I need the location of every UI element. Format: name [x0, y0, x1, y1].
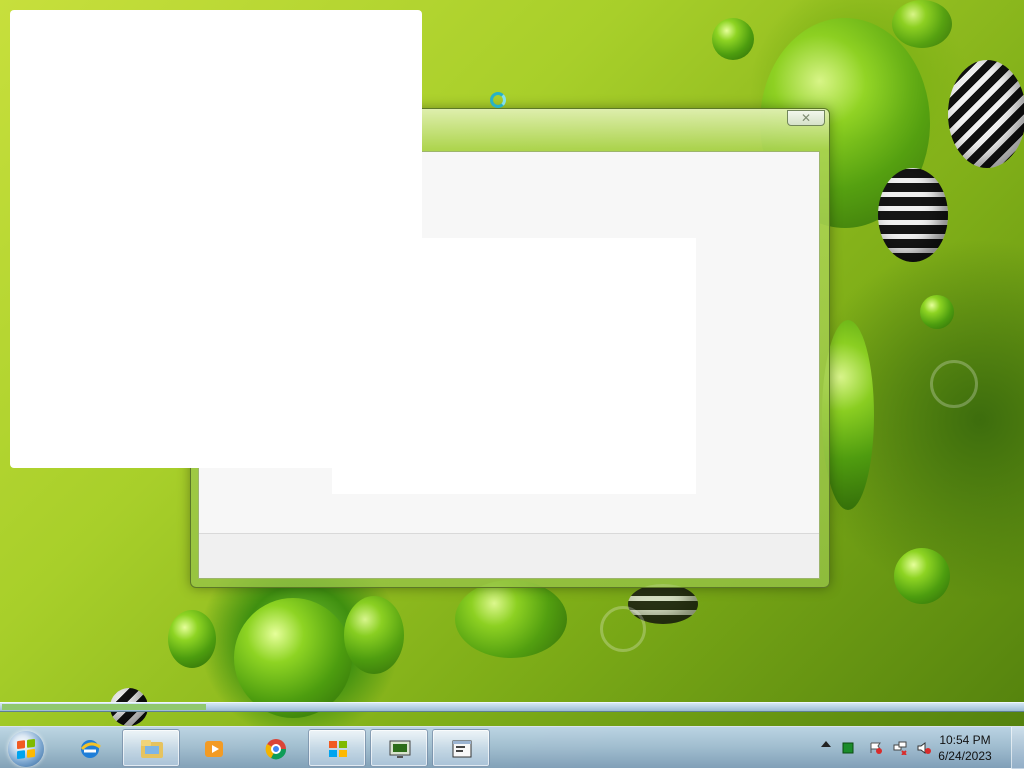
desktop-ball [948, 60, 1024, 168]
monitor-icon [389, 740, 411, 758]
desktop-progress-strip [0, 702, 1024, 712]
windows-flag-button[interactable] [308, 729, 366, 767]
loading-spinner-icon [490, 92, 506, 108]
clock-date: 6/24/2023 [938, 749, 992, 763]
monitor-app-button[interactable] [370, 729, 428, 767]
desktop-ring [600, 606, 646, 652]
folder-icon [141, 740, 163, 758]
clock-time: 10:54 PM [939, 733, 991, 747]
system-tray: 10:54 PM 6/24/2023 [809, 727, 1024, 769]
chrome-icon [265, 739, 287, 760]
internet-explorer-button[interactable] [60, 729, 118, 767]
media-player-button[interactable] [184, 729, 242, 767]
taskbar-clock[interactable]: 10:54 PM 6/24/2023 [934, 732, 996, 764]
progress-fill [2, 704, 206, 710]
green-status-icon[interactable] [841, 740, 855, 754]
volume-muted-icon[interactable] [917, 740, 931, 754]
desktop-ball [712, 18, 754, 60]
windows-flag-icon [329, 741, 347, 757]
taskbar[interactable]: 10:54 PM 6/24/2023 [0, 726, 1024, 769]
active-window-button[interactable] [432, 729, 490, 767]
desktop-ring [930, 360, 978, 408]
start-button[interactable] [8, 731, 44, 767]
windows-logo-icon [17, 738, 35, 760]
window-icon [452, 740, 472, 758]
google-chrome-button[interactable] [246, 729, 304, 767]
blank-overlay-panel [10, 10, 422, 468]
window-close-button[interactable]: ✕ [787, 110, 825, 126]
window-footer [199, 533, 819, 578]
action-center-icon[interactable] [869, 740, 883, 754]
media-player-icon [205, 741, 223, 757]
desktop-ball [878, 168, 948, 262]
network-icon[interactable] [893, 740, 907, 756]
show-hidden-icons-icon[interactable] [821, 741, 831, 747]
desktop-ball [892, 0, 952, 48]
desktop-ball [168, 610, 216, 668]
desktop-ball [894, 548, 950, 604]
desktop-ball [920, 295, 954, 329]
windows-explorer-button[interactable] [122, 729, 180, 767]
desktop-ball [344, 596, 404, 674]
desktop-ball [455, 580, 567, 658]
desktop-ball [234, 598, 352, 718]
internet-explorer-icon [80, 740, 101, 758]
show-desktop-button[interactable] [1011, 727, 1024, 769]
